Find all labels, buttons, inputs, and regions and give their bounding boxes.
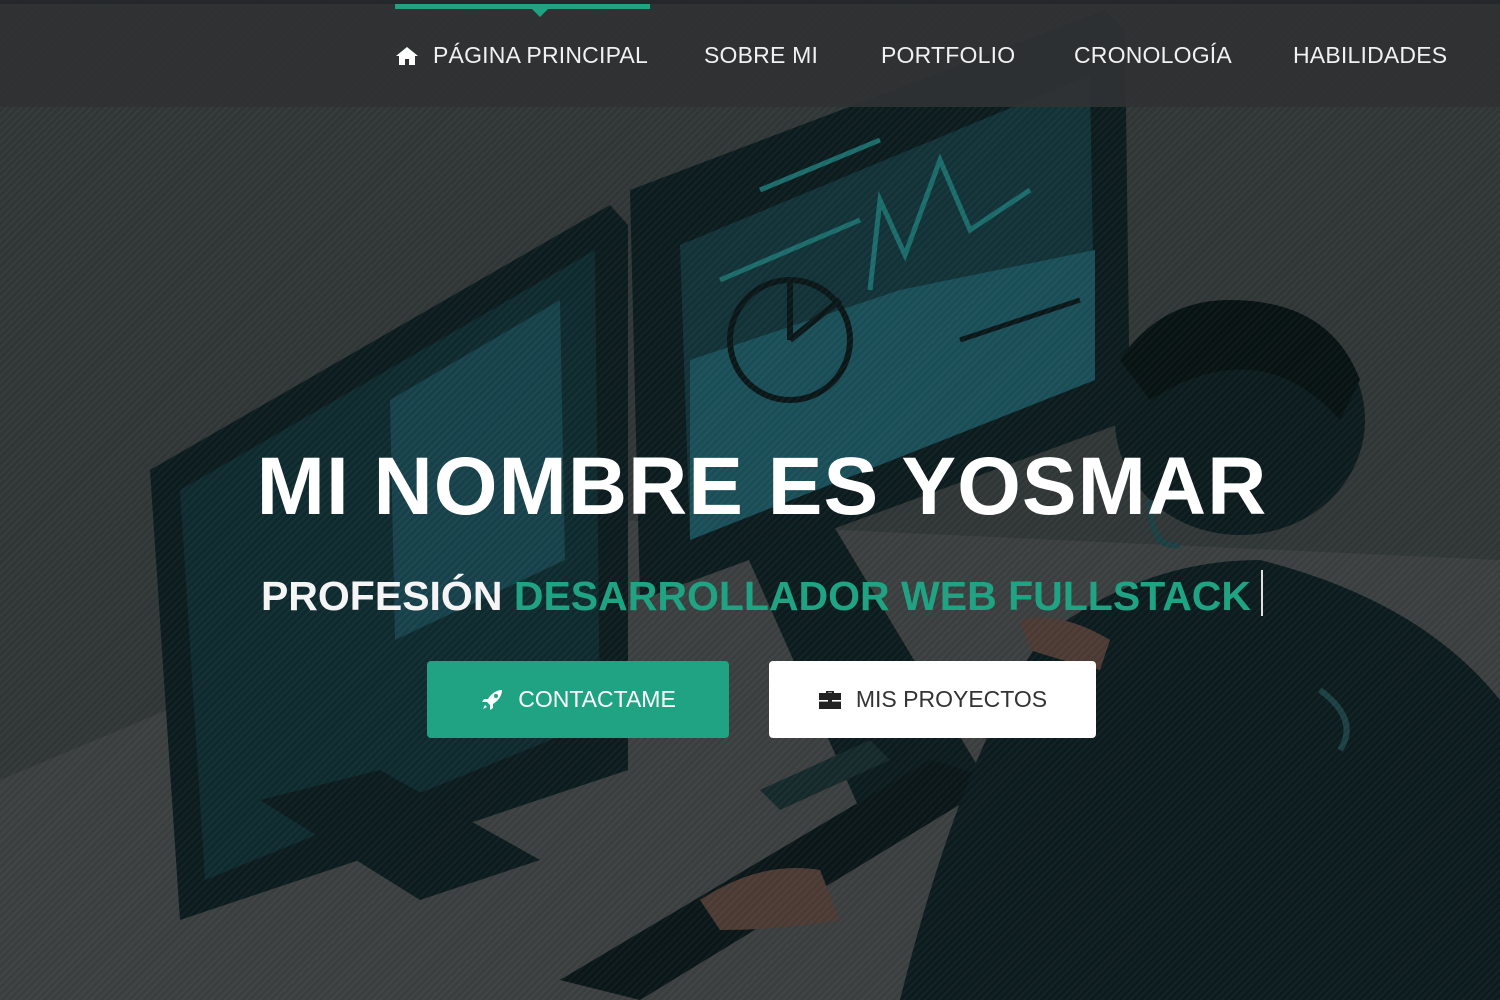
top-navbar: PÁGINA PRINCIPAL SOBRE MI PORTFOLIO CRON…: [0, 0, 1500, 107]
briefcase-icon: [818, 690, 841, 709]
hero-subtitle: PROFESIÓN DESARROLLADOR WEB FULLSTACK: [0, 570, 1500, 620]
projects-button-label: MIS PROYECTOS: [855, 686, 1048, 712]
contact-button[interactable]: CONTACTAME: [427, 661, 729, 738]
nav-item-label: CRONOLOGÍA: [1074, 42, 1232, 68]
home-icon: [396, 47, 418, 65]
contact-button-label: CONTACTAME: [518, 686, 676, 712]
nav-item-cronologia[interactable]: CRONOLOGÍA: [1074, 4, 1232, 107]
projects-button[interactable]: MIS PROYECTOS: [769, 661, 1096, 738]
subtitle-profession: DESARROLLADOR WEB FULLSTACK: [513, 573, 1252, 619]
nav-item-label: PORTFOLIO: [881, 42, 1016, 68]
rocket-icon: [482, 689, 503, 710]
nav-item-label: HABILIDADES: [1293, 42, 1448, 68]
nav-item-sobre-mi[interactable]: SOBRE MI: [704, 4, 818, 107]
nav-item-label: SOBRE MI: [704, 42, 819, 68]
subtitle-prefix: PROFESIÓN: [260, 573, 503, 619]
nav-item-portfolio[interactable]: PORTFOLIO: [881, 4, 1015, 107]
nav-item-home[interactable]: PÁGINA PRINCIPAL: [395, 4, 650, 107]
typing-caret: [1261, 570, 1264, 616]
nav-item-habilidades[interactable]: HABILIDADES: [1293, 4, 1447, 107]
hero-title: MI NOMBRE ES YOSMAR: [256, 441, 1268, 532]
nav-item-label: PÁGINA PRINCIPAL: [433, 42, 648, 68]
